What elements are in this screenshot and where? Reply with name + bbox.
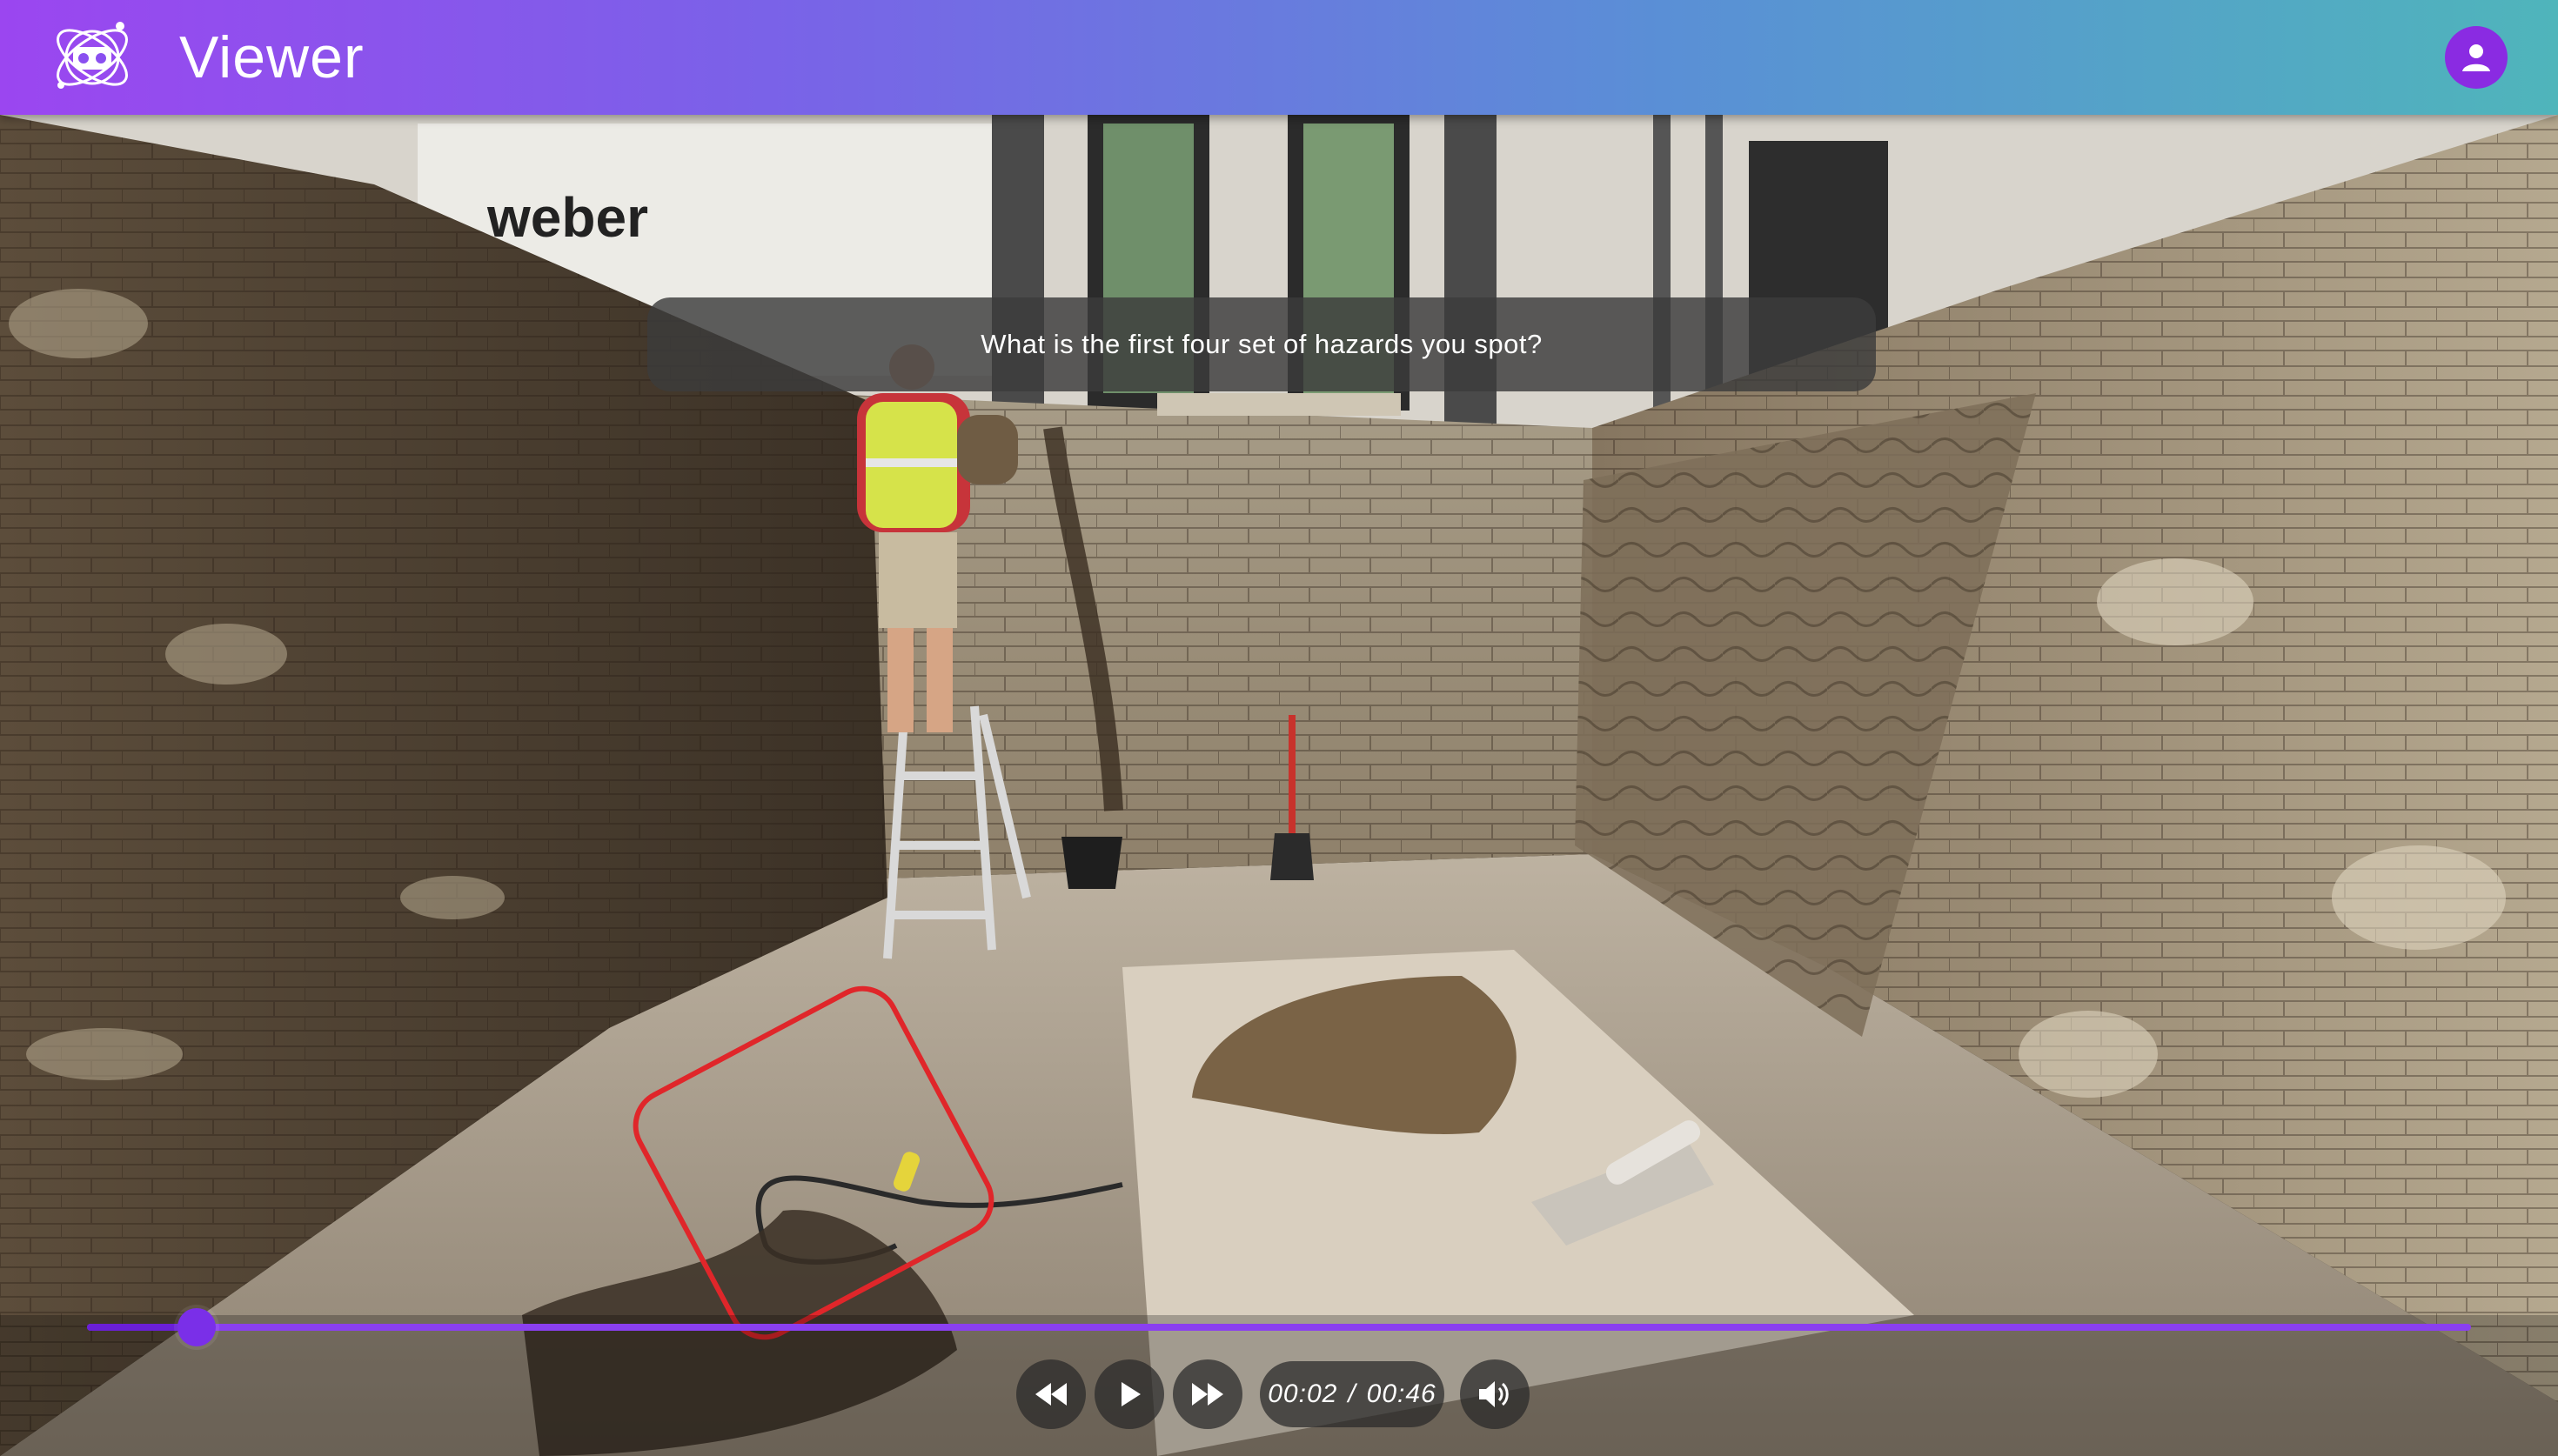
volume-up-icon <box>1479 1381 1509 1407</box>
account-circle-icon <box>2462 44 2490 71</box>
progress-thumb[interactable] <box>177 1308 217 1346</box>
fast-forward-icon <box>1192 1383 1223 1406</box>
fast-forward-button[interactable] <box>1173 1359 1242 1429</box>
time-display: 00:02 / 00:46 <box>1260 1361 1444 1427</box>
account-button[interactable] <box>2445 26 2508 89</box>
bucket <box>1061 837 1122 889</box>
volume-button[interactable] <box>1460 1359 1530 1429</box>
question-banner: What is the first four set of hazards yo… <box>647 297 1876 391</box>
duration: 00:46 <box>1366 1379 1436 1408</box>
rewind-button[interactable] <box>1016 1359 1086 1429</box>
app-title: Viewer <box>179 24 365 90</box>
rewind-icon <box>1035 1383 1067 1406</box>
panorama-viewport[interactable]: weber What is the first four set of haza… <box>0 115 2558 1456</box>
play-button[interactable] <box>1095 1359 1164 1429</box>
app-header: Viewer <box>0 0 2558 115</box>
play-icon <box>1122 1382 1141 1406</box>
weber-banner-text: weber <box>486 186 648 249</box>
time-separator: / <box>1348 1379 1356 1408</box>
progress-slider[interactable] <box>87 1308 2471 1346</box>
vr-headset-orbit-icon[interactable] <box>47 14 137 101</box>
current-time: 00:02 <box>1268 1379 1338 1408</box>
